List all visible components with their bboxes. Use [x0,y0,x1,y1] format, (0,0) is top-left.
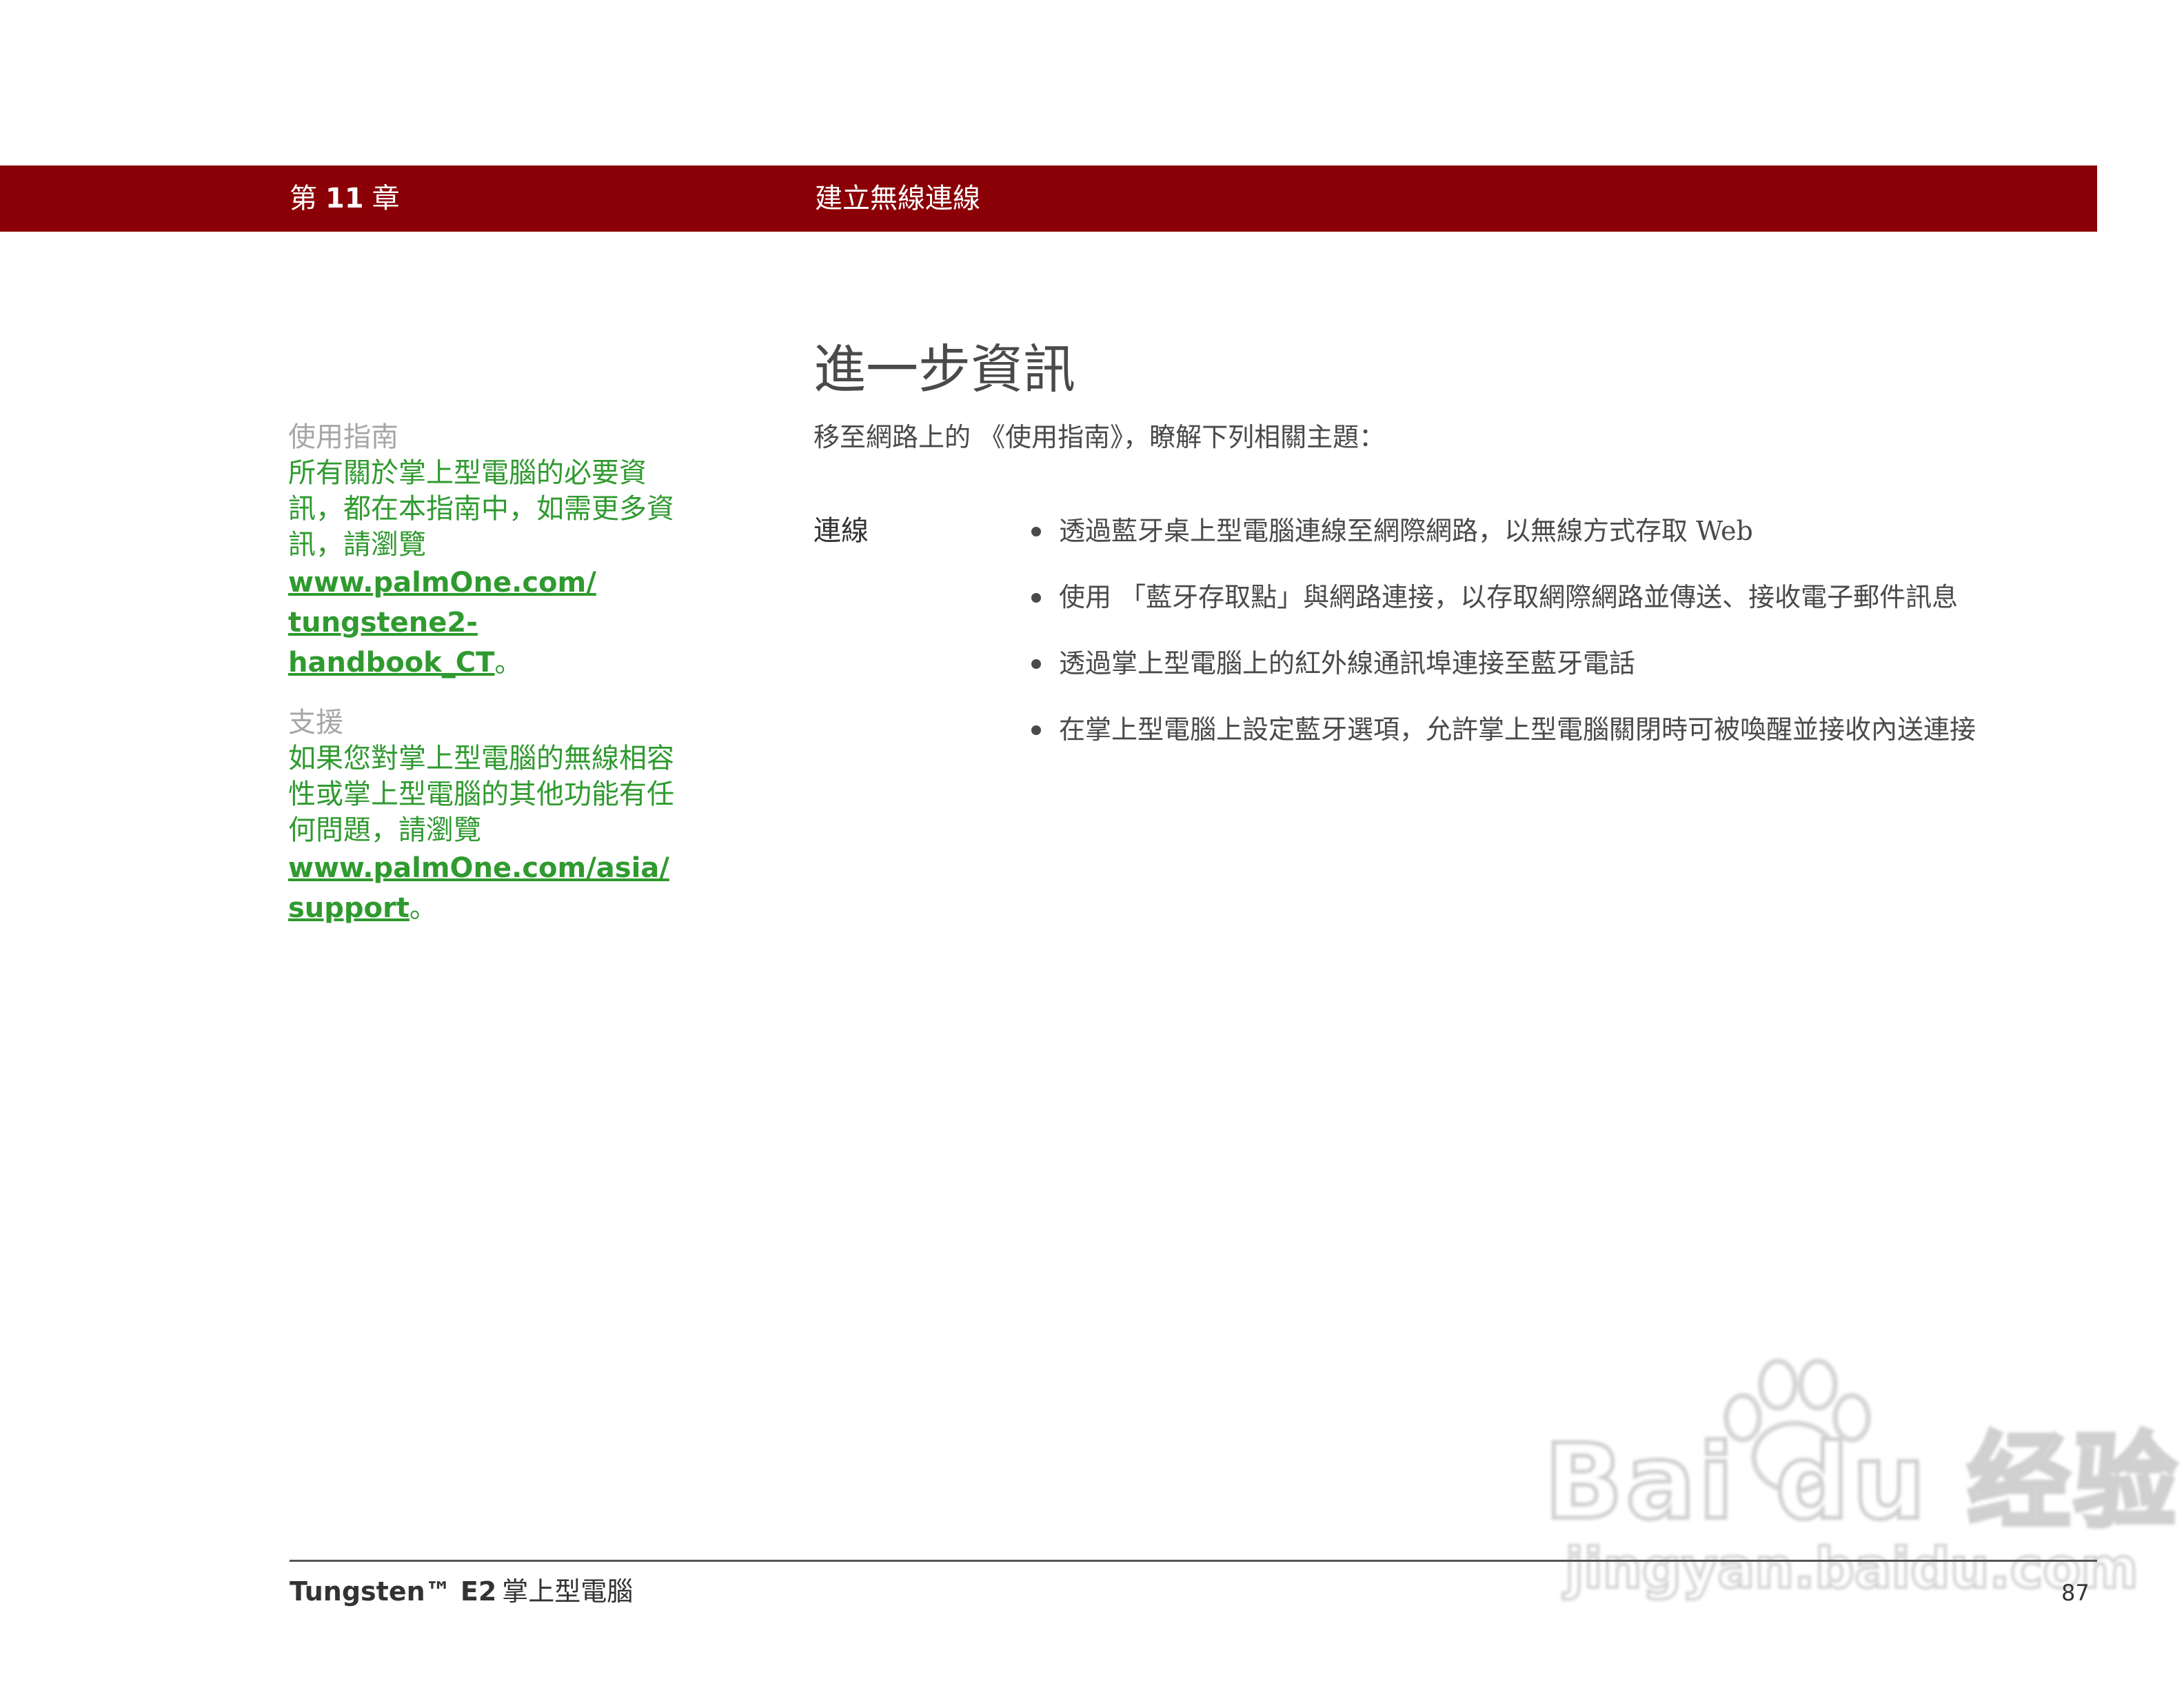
page-number: 87 [2061,1580,2090,1606]
handbook-link[interactable]: www.palmOne.com/ [288,563,674,603]
footer-product-name: Tungsten™ E2 掌上型電腦 [290,1574,633,1609]
intro-text: 移至網路上的 《使用指南》，瞭解下列相關主題： [813,422,1386,452]
sidebar-note-title: 支援 [288,707,343,738]
list-item: 透過藍牙桌上型電腦連線至網際網路，以無線方式存取 Web [1031,513,1976,549]
list-item-text: 透過掌上型電腦上的紅外線通訊埠連接至藍牙電話 [1059,648,1636,679]
sidebar-note-title: 使用指南 [288,421,398,453]
watermark-url-text: jingyan.baidu.com [1564,1536,2140,1601]
bullet-dot-icon [1031,527,1041,536]
bullet-dot-icon [1031,593,1041,603]
chapter-header-bar: 第 11 章 建立無線連線 [0,165,2097,232]
chapter-number: 第 11 章 [290,165,400,232]
bullet-dot-icon [1031,659,1041,669]
topic-bullet-list: 透過藍牙桌上型電腦連線至網際網路，以無線方式存取 Web 使用 「藍牙存取點」與… [1031,513,1976,778]
support-link-continued[interactable]: support。 [288,888,674,928]
sidebar-note-body: 所有關於掌上型電腦的必要資訊，都在本指南中，如需更多資訊，請瀏覽 [288,457,674,561]
list-item-text: 在掌上型電腦上設定藍牙選項，允許掌上型電腦關閉時可被喚醒並接收內送連接 [1059,714,1976,745]
sidebar-note-handbook: 使用指南 所有關於掌上型電腦的必要資訊，都在本指南中，如需更多資訊，請瀏覽 ww… [288,419,674,683]
sidebar-note-support: 支援 如果您對掌上型電腦的無線相容性或掌上型電腦的其他功能有任何問題，請瀏覽 w… [288,705,674,928]
chapter-title: 建立無線連線 [815,183,980,214]
footer-product: 掌上型電腦 [502,1576,634,1607]
link-tail-punctuation: 。 [494,647,523,679]
list-item-text: 使用 「藍牙存取點」與網路連接，以存取網際網路並傳送、接收電子郵件訊息 [1059,582,1959,612]
support-link[interactable]: www.palmOne.com/asia/ [288,848,674,888]
list-item-text: 透過藍牙桌上型電腦連線至網際網路，以無線方式存取 Web [1059,516,1753,546]
topic-label: 連線 [813,515,869,547]
sidebar-note-body: 如果您對掌上型電腦的無線相容性或掌上型電腦的其他功能有任何問題，請瀏覽 [288,743,674,846]
chapter-suffix: 章 [372,183,400,214]
baidu-watermark: Bai du 经验 jingyan.baidu.com [1542,1352,2179,1614]
footer-divider [290,1560,2097,1562]
list-item: 透過掌上型電腦上的紅外線通訊埠連接至藍牙電話 [1031,645,1976,681]
handbook-link-continued[interactable]: tungstene2-handbook_CT。 [288,603,674,683]
page-title: 進一步資訊 [813,339,1075,400]
chapter-number-value: 11 [325,183,364,214]
chapter-prefix: 第 [290,183,317,214]
support-link-text[interactable]: support [288,892,410,924]
footer-brand: Tungsten™ E2 [290,1576,497,1607]
watermark-logo-text: Bai du 经验 [1542,1423,2180,1543]
handbook-link-text[interactable]: tungstene2-handbook_CT [288,607,494,679]
link-tail-punctuation: 。 [409,892,437,924]
list-item: 在掌上型電腦上設定藍牙選項，允許掌上型電腦關閉時可被喚醒並接收內送連接 [1031,712,1976,747]
list-item: 使用 「藍牙存取點」與網路連接，以存取網際網路並傳送、接收電子郵件訊息 [1031,579,1976,615]
bullet-dot-icon [1031,725,1041,735]
